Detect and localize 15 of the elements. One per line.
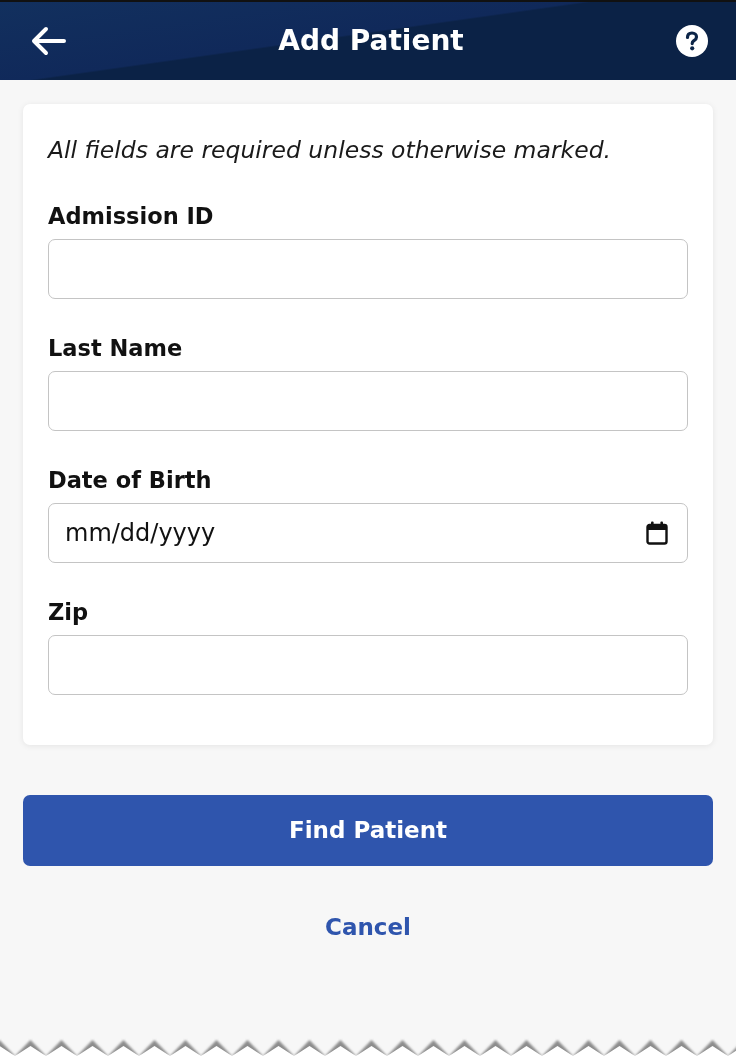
- required-fields-note: All fields are required unless otherwise marked.: [48, 136, 612, 165]
- field-label: Zip: [48, 599, 89, 625]
- page-title: Add Patient: [278, 24, 464, 58]
- cancel-link[interactable]: Cancel: [325, 912, 411, 942]
- field-label: Last Name: [48, 335, 183, 361]
- find-patient-button[interactable]: Find Patient: [23, 795, 713, 866]
- calendar-icon[interactable]: [646, 521, 668, 545]
- input-field[interactable]: [48, 371, 688, 431]
- date-field[interactable]: mm/dd/yyyy: [48, 503, 688, 563]
- field-label: Date of Birth: [48, 467, 212, 493]
- back-arrow-icon[interactable]: [30, 26, 66, 56]
- help-icon[interactable]: [676, 25, 708, 57]
- input-field[interactable]: [48, 635, 688, 695]
- field-label: Admission ID: [48, 203, 214, 229]
- input-field[interactable]: [48, 239, 688, 299]
